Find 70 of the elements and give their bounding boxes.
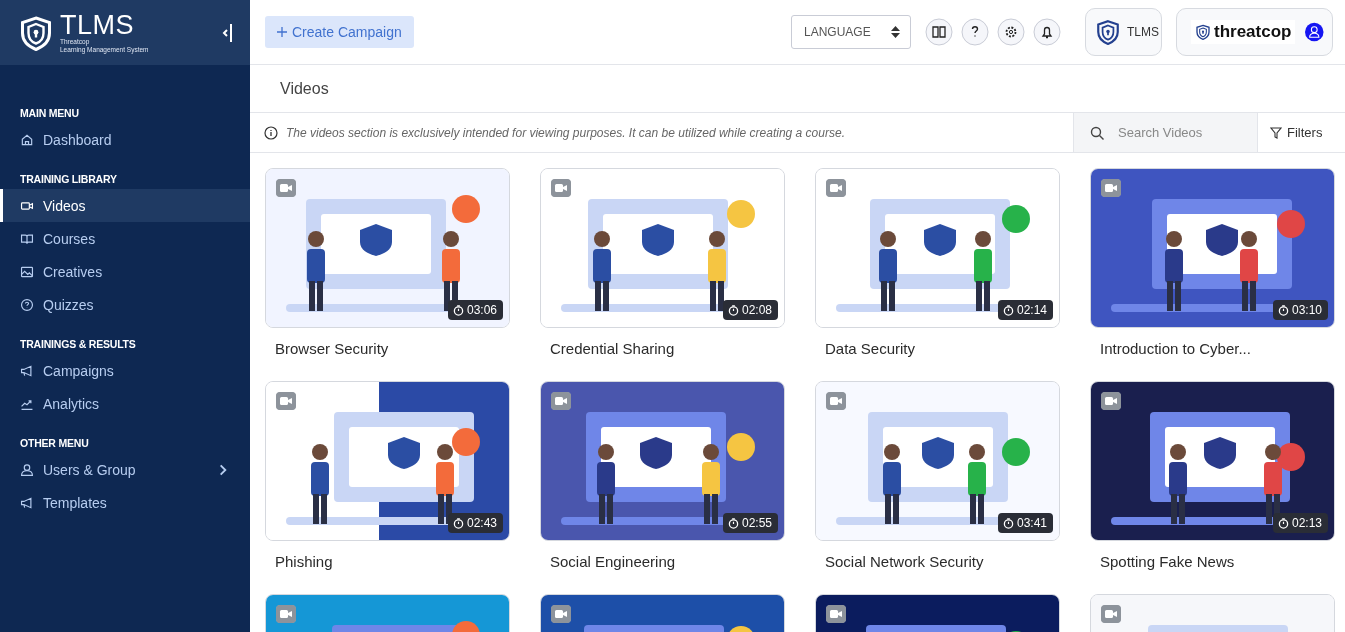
video-camera-icon — [1101, 605, 1121, 623]
video-camera-icon — [276, 179, 296, 197]
duration-badge: 02:14 — [997, 300, 1053, 320]
shield-logo-icon — [1195, 23, 1211, 41]
sidebar-item[interactable]: Analytics — [0, 387, 250, 420]
video-title[interactable]: Data Security — [815, 340, 1060, 357]
duration-badge: 02:55 — [722, 513, 778, 533]
menu-heading: MAIN MENU — [19, 106, 80, 121]
menu-heading: TRAINING LIBRARY — [19, 172, 118, 187]
duration-badge: 03:06 — [447, 300, 503, 320]
duration-badge: 03:41 — [997, 513, 1053, 533]
stopwatch-icon — [727, 304, 739, 316]
video-title[interactable]: Social Engineering — [540, 553, 785, 570]
sidebar-item[interactable]: Campaigns — [0, 354, 250, 387]
stopwatch-icon — [452, 517, 464, 529]
stopwatch-icon — [1277, 304, 1289, 316]
video-title[interactable]: Credential Sharing — [540, 340, 785, 357]
video-camera-icon — [826, 179, 846, 197]
info-icon — [264, 125, 278, 140]
video-camera-icon — [276, 392, 296, 410]
product-logo-card[interactable]: TLMS — [1085, 8, 1162, 56]
video-camera-icon — [826, 605, 846, 623]
video-title[interactable]: Introduction to Cyber... — [1090, 340, 1335, 357]
video-title[interactable]: Phishing — [265, 553, 510, 570]
stopwatch-icon — [452, 304, 464, 316]
duration-badge: 02:08 — [722, 300, 778, 320]
company-logo-text: threatcop — [1214, 22, 1292, 42]
shield-logo-icon — [1095, 17, 1121, 47]
stopwatch-icon — [727, 517, 739, 529]
sidebar-item[interactable]: Creatives — [0, 255, 250, 288]
help-icon[interactable] — [961, 18, 989, 46]
notice-text: The videos section is exclusively intended for viewing purposes. It can be utilized while creating a course. — [286, 125, 845, 140]
menu-heading: OTHER MENU — [19, 436, 90, 451]
language-select[interactable]: LANGUAGE — [791, 15, 911, 49]
collapse-sidebar-icon[interactable] — [220, 22, 234, 43]
search-icon — [1090, 125, 1104, 140]
duration-badge: 03:10 — [1272, 300, 1328, 320]
company-profile-card[interactable]: threatcop — [1176, 8, 1333, 56]
video-title[interactable]: Spotting Fake News — [1090, 553, 1335, 570]
video-camera-icon — [551, 392, 571, 410]
settings-icon[interactable] — [997, 18, 1025, 46]
video-camera-icon — [1101, 179, 1121, 197]
plus-icon — [277, 27, 287, 37]
sort-arrows-icon — [891, 26, 900, 38]
bell-icon[interactable] — [1033, 18, 1061, 46]
duration-badge: 02:13 — [1272, 513, 1328, 533]
page-title: Videos — [280, 79, 329, 98]
sidebar-item[interactable]: Users & Group — [0, 453, 250, 486]
sidebar-item[interactable]: Dashboard — [0, 123, 250, 156]
video-camera-icon — [551, 179, 571, 197]
stopwatch-icon — [1002, 517, 1014, 529]
duration-badge: 02:43 — [447, 513, 503, 533]
video-title[interactable]: Browser Security — [265, 340, 510, 357]
sidebar-item[interactable]: Courses — [0, 222, 250, 255]
video-camera-icon — [826, 392, 846, 410]
create-campaign-button[interactable]: Create Campaign — [265, 16, 414, 48]
video-title[interactable]: Social Network Security — [815, 553, 1060, 570]
product-logo-text: TLMS — [1127, 25, 1159, 39]
brand-name: TLMS — [60, 11, 135, 38]
menu-heading: TRAININGS & RESULTS — [19, 337, 137, 352]
video-camera-icon — [551, 605, 571, 623]
book-icon[interactable] — [925, 18, 953, 46]
stopwatch-icon — [1002, 304, 1014, 316]
sidebar-item[interactable]: Templates — [0, 486, 250, 519]
sidebar-item[interactable]: Videos — [0, 189, 250, 222]
filter-icon — [1270, 126, 1282, 139]
sidebar-item[interactable]: Quizzes — [0, 288, 250, 321]
stopwatch-icon — [1277, 517, 1289, 529]
video-camera-icon — [1101, 392, 1121, 410]
video-camera-icon — [276, 605, 296, 623]
